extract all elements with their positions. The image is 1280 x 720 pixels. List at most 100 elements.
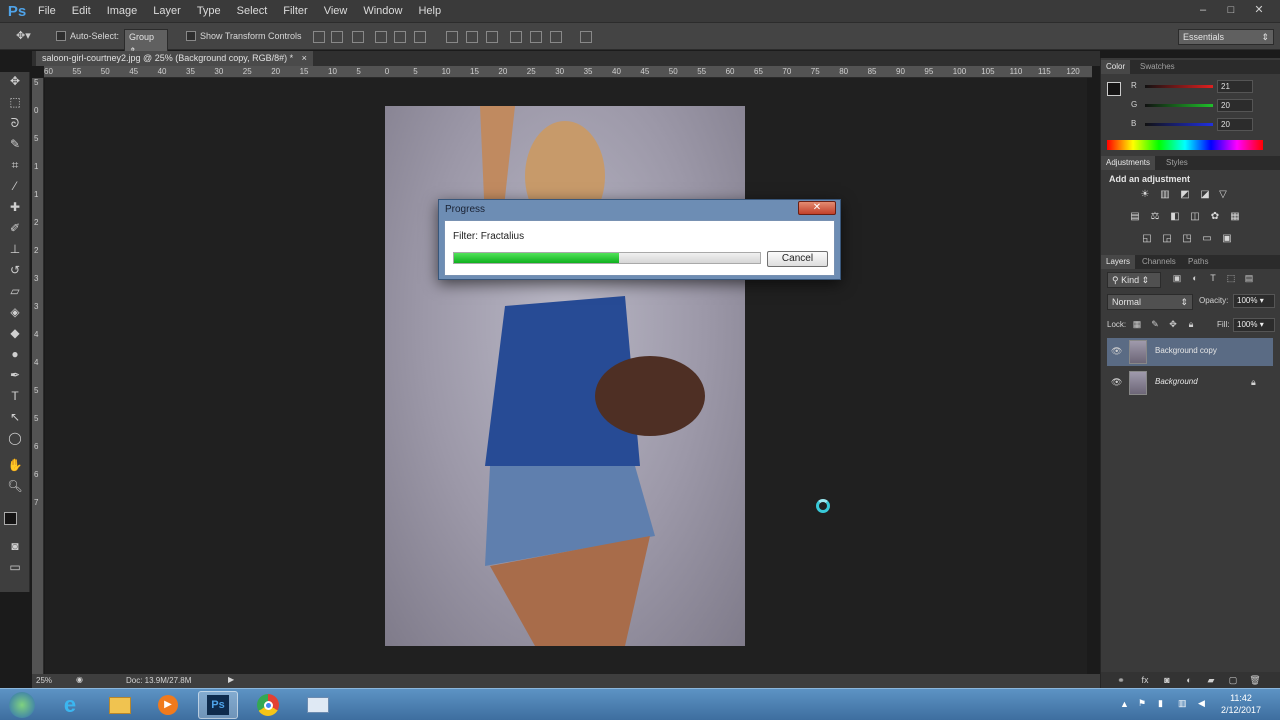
exposure-icon[interactable]: ◪ [1199, 189, 1211, 201]
close-tab-icon[interactable]: × [302, 53, 307, 63]
distribute-bottom-icon[interactable] [486, 31, 498, 43]
new-group-icon[interactable]: ▰ [1205, 674, 1217, 686]
slider-green[interactable]: G 20 [1131, 99, 1280, 113]
distribute-hcenter-icon[interactable] [530, 31, 542, 43]
tab-color[interactable]: Color [1101, 60, 1131, 74]
menu-image[interactable]: Image [99, 0, 146, 22]
document-image[interactable] [385, 106, 745, 646]
healing-brush-tool-icon[interactable]: ✚ [6, 198, 24, 216]
zoom-tool-icon[interactable]: 🔍︎ [6, 477, 24, 495]
filter-pixel-icon[interactable]: ▣ [1171, 272, 1183, 284]
align-bottom-icon[interactable] [352, 31, 364, 43]
menu-window[interactable]: Window [355, 0, 410, 22]
tab-paths[interactable]: Paths [1183, 255, 1213, 269]
move-tool-icon[interactable]: ✥▾ [16, 29, 31, 42]
filter-adjustment-icon[interactable]: ◐ [1189, 272, 1201, 284]
filter-type-icon[interactable]: T [1207, 272, 1219, 284]
visibility-eye-icon[interactable]: 👁︎ [1111, 377, 1123, 387]
invert-icon[interactable]: ◱ [1141, 233, 1153, 245]
hue-saturation-icon[interactable]: ▤ [1129, 211, 1141, 223]
delete-layer-icon[interactable]: 🗑︎ [1249, 674, 1261, 686]
layer-style-icon[interactable]: fx [1139, 674, 1151, 686]
workspace-dropdown[interactable]: Essentials ⇕ [1178, 29, 1274, 45]
menu-view[interactable]: View [316, 0, 356, 22]
auto-select-checkbox[interactable] [56, 31, 66, 41]
color-ramp[interactable] [1107, 140, 1263, 150]
opacity-field[interactable]: 100% ▾ [1233, 294, 1275, 308]
chrome-taskbar-button[interactable] [248, 691, 288, 719]
ellipse-tool-icon[interactable]: ◯ [6, 429, 24, 447]
blend-mode-dropdown[interactable]: Normal ⇕ [1107, 294, 1193, 310]
curves-icon[interactable]: ◩ [1179, 189, 1191, 201]
zoom-level[interactable]: 25% [36, 676, 52, 685]
menu-file[interactable]: File [30, 0, 64, 22]
menu-select[interactable]: Select [229, 0, 276, 22]
align-vcenter-icon[interactable] [331, 31, 343, 43]
tab-adjustments[interactable]: Adjustments [1101, 156, 1156, 170]
menu-help[interactable]: Help [410, 0, 449, 22]
new-adjustment-icon[interactable]: ◐ [1183, 674, 1195, 686]
start-button[interactable] [2, 691, 42, 719]
hand-tool-icon[interactable]: ✋ [6, 456, 24, 474]
tab-channels[interactable]: Channels [1137, 255, 1181, 269]
kind-filter-dropdown[interactable]: ⚲ Kind ⇕ [1107, 272, 1161, 288]
clone-stamp-tool-icon[interactable]: ⊥ [6, 240, 24, 258]
foreground-color-swatch[interactable] [4, 512, 17, 525]
black-white-icon[interactable]: ◧ [1169, 211, 1181, 223]
threshold-icon[interactable]: ◳ [1181, 233, 1193, 245]
ie-taskbar-button[interactable]: e [50, 691, 90, 719]
move-tool-icon[interactable]: ✥ [6, 72, 24, 90]
b-value[interactable]: 20 [1217, 118, 1253, 131]
color-balance-icon[interactable]: ⚖ [1149, 211, 1161, 223]
filter-smart-icon[interactable]: ▤ [1243, 272, 1255, 284]
lock-all-icon[interactable]: 🔒︎ [1185, 318, 1197, 330]
menu-layer[interactable]: Layer [145, 0, 189, 22]
dodge-tool-icon[interactable]: ● [6, 345, 24, 363]
fill-field[interactable]: 100% ▾ [1233, 318, 1275, 332]
dialog-close-button[interactable]: ✕ [798, 201, 836, 215]
brightness-icon[interactable]: ☀ [1139, 189, 1151, 201]
screen-mode-icon[interactable]: ▭ [6, 558, 24, 576]
align-hcenter-icon[interactable] [394, 31, 406, 43]
align-left-icon[interactable] [375, 31, 387, 43]
layer-row[interactable]: 👁︎ Background copy [1107, 338, 1273, 366]
filter-shape-icon[interactable]: ⬚ [1225, 272, 1237, 284]
lock-image-icon[interactable]: ✎ [1149, 318, 1161, 330]
tab-styles[interactable]: Styles [1161, 156, 1193, 170]
distribute-right-icon[interactable] [550, 31, 562, 43]
system-clock[interactable]: 11:42 2/12/2017 [1216, 692, 1266, 716]
r-value[interactable]: 21 [1217, 80, 1253, 93]
slider-red[interactable]: R 21 [1131, 80, 1280, 94]
visibility-eye-icon[interactable]: 👁︎ [1111, 346, 1123, 356]
align-top-icon[interactable] [313, 31, 325, 43]
eyedropper-tool-icon[interactable]: ⁄ [6, 177, 24, 195]
link-layers-icon[interactable]: ⚭ [1115, 674, 1127, 686]
auto-align-icon[interactable] [580, 31, 592, 43]
pen-tool-icon[interactable]: ✒ [6, 366, 24, 384]
vibrance-icon[interactable]: ▽ [1217, 189, 1229, 201]
status-menu-arrow-icon[interactable]: ▶ [228, 675, 234, 684]
tray-flag-icon[interactable]: ⚑ [1138, 698, 1146, 709]
crop-tool-icon[interactable]: ⌗ [6, 156, 24, 174]
marquee-tool-icon[interactable]: ⬚ [6, 93, 24, 111]
menu-edit[interactable]: Edit [64, 0, 99, 22]
document-tab[interactable]: saloon-girl-courtney2.jpg @ 25% (Backgro… [36, 51, 313, 66]
path-select-tool-icon[interactable]: ↖ [6, 408, 24, 426]
lock-position-icon[interactable]: ✥ [1167, 318, 1179, 330]
network-icon[interactable]: ▥ [1178, 698, 1187, 709]
panel-foreground-swatch[interactable] [1107, 82, 1121, 96]
explorer-taskbar-button[interactable] [100, 691, 140, 719]
g-value[interactable]: 20 [1217, 99, 1253, 112]
tab-layers[interactable]: Layers [1101, 255, 1136, 269]
battery-icon[interactable]: ▮ [1158, 698, 1163, 709]
type-tool-icon[interactable]: T [6, 387, 24, 405]
lock-transparent-icon[interactable]: ▦ [1131, 318, 1143, 330]
media-player-taskbar-button[interactable]: ▶ [148, 691, 188, 719]
minimize-button[interactable]: – [1194, 3, 1212, 17]
volume-icon[interactable]: ◀ [1198, 698, 1205, 709]
paint-bucket-tool-icon[interactable]: ◈ [6, 303, 24, 321]
layer-row[interactable]: 👁︎ Background 🔒︎ [1107, 369, 1273, 397]
quick-mask-icon[interactable]: ◙ [6, 537, 24, 555]
history-brush-tool-icon[interactable]: ↺ [6, 261, 24, 279]
distribute-top-icon[interactable] [446, 31, 458, 43]
